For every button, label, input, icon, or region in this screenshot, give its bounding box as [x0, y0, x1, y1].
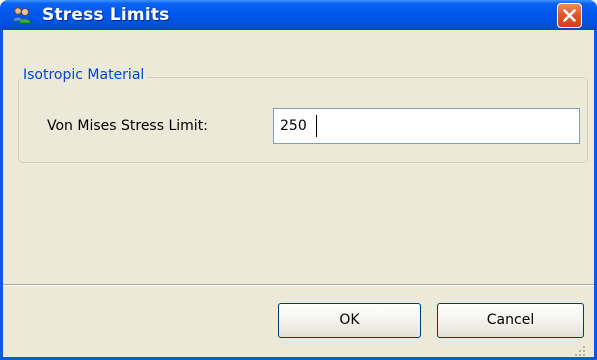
- cancel-button[interactable]: Cancel: [437, 303, 584, 338]
- users-icon: [12, 7, 31, 24]
- resize-grip-icon[interactable]: [572, 343, 586, 357]
- dialog-client-area: Isotropic Material Von Mises Stress Limi…: [3, 30, 594, 357]
- von-mises-label: Von Mises Stress Limit:: [47, 118, 208, 134]
- group-legend: Isotropic Material: [20, 67, 148, 83]
- window-title: Stress Limits: [42, 5, 170, 25]
- button-bar-divider-highlight: [3, 285, 594, 286]
- title-bar[interactable]: Stress Limits: [0, 0, 597, 30]
- close-button[interactable]: [557, 3, 582, 28]
- text-caret: [316, 115, 317, 137]
- dialog-window: Stress Limits Isotropic Material Von Mis…: [0, 0, 597, 360]
- ok-button[interactable]: OK: [278, 303, 421, 338]
- close-icon: [563, 9, 576, 22]
- von-mises-stress-input[interactable]: [273, 108, 580, 144]
